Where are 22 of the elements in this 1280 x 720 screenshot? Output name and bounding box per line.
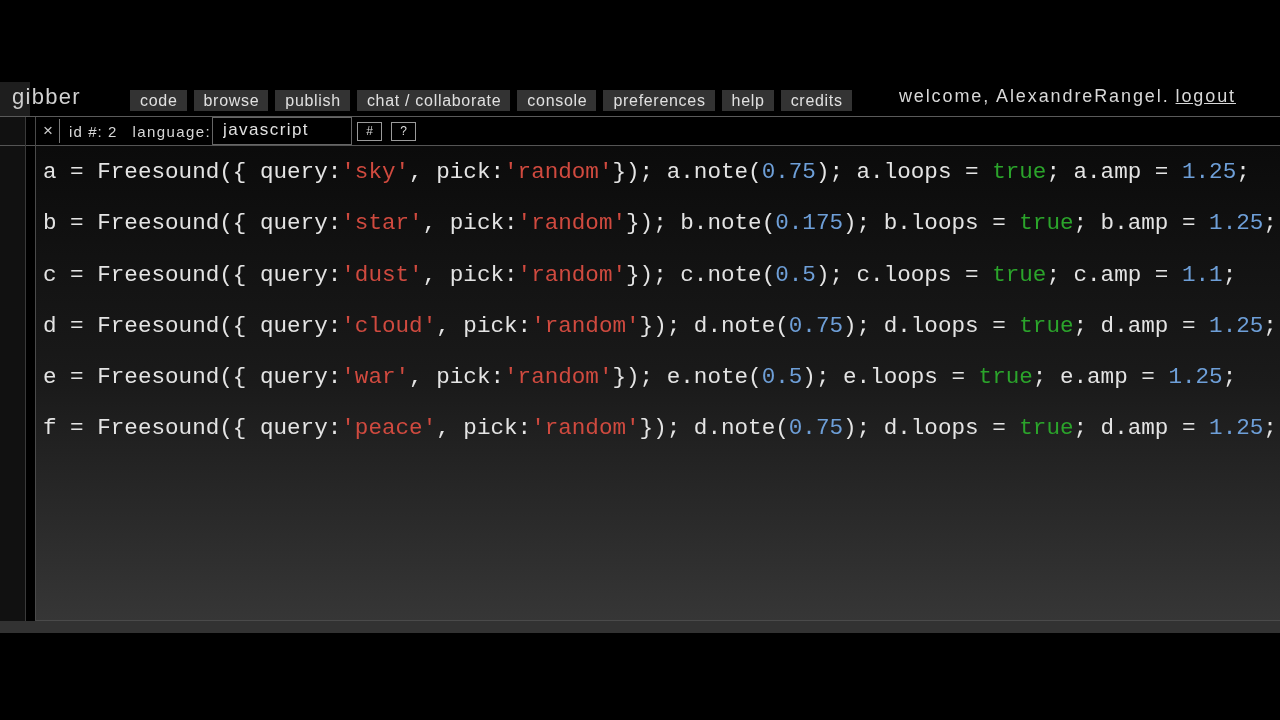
nav-button[interactable]: console xyxy=(517,89,597,111)
nav-button[interactable]: help xyxy=(721,89,774,111)
code-line: e = Freesound({ query:'war', pick:'random'}); e.note(0.5); e.loops = true; e.amp = 1.25; xyxy=(43,363,1237,393)
welcome-text: welcome, AlexandreRangel. xyxy=(898,85,1170,107)
code-line: a = Freesound({ query:'sky', pick:'random'}); a.note(0.75); a.loops = true; a.amp = 1.25; xyxy=(43,158,1250,187)
nav-button[interactable]: publish xyxy=(275,89,350,111)
language-label: language: xyxy=(132,122,212,140)
nav-button[interactable]: browse xyxy=(193,89,269,111)
toolbar-button[interactable]: # xyxy=(357,121,383,141)
nav-button[interactable]: credits xyxy=(780,89,852,111)
toolbar-button[interactable]: ? xyxy=(391,121,417,141)
logout-link[interactable]: logout xyxy=(1175,85,1236,107)
nav-button[interactable]: preferences xyxy=(603,89,715,111)
code-line: b = Freesound({ query:'star', pick:'random'}); b.note(0.175); b.loops = true; b.amp = 1.25; xyxy=(43,209,1277,239)
code-line: d = Freesound({ query:'cloud', pick:'random'}); d.note(0.75); d.loops = true; d.amp = 1.25; xyxy=(43,311,1277,341)
language-field[interactable]: javascript xyxy=(212,117,353,145)
nav-button[interactable]: chat / collaborate xyxy=(356,89,511,111)
close-button[interactable]: × xyxy=(42,122,54,140)
id-label: id #: 2 xyxy=(69,122,118,140)
code-line: f = Freesound({ query:'peace', pick:'random'}); d.note(0.75); d.loops = true; d.amp = 1.25; xyxy=(43,414,1277,444)
code-line: c = Freesound({ query:'dust', pick:'random'}); c.note(0.5); c.loops = true; c.amp = 1.1; xyxy=(43,260,1237,290)
nav-button[interactable]: code xyxy=(130,89,187,111)
